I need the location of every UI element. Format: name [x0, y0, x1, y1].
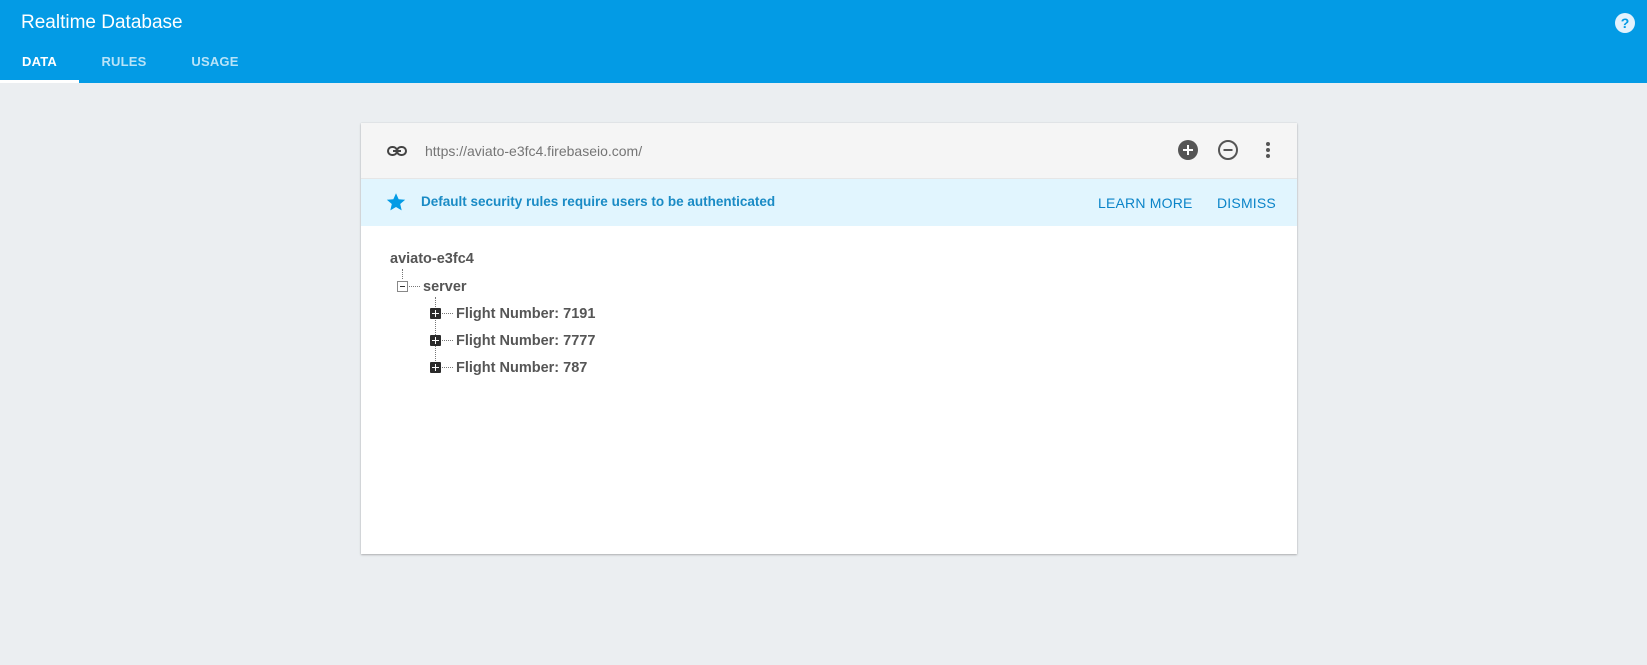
- learn-more-button[interactable]: LEARN MORE: [1098, 194, 1193, 212]
- expand-toggle[interactable]: [430, 308, 441, 319]
- banner-message: Default security rules require users to …: [421, 194, 776, 209]
- url-bar: https://aviato-e3fc4.firebaseio.com/: [361, 123, 1297, 179]
- expand-toggle[interactable]: [430, 335, 441, 346]
- database-card: https://aviato-e3fc4.firebaseio.com/ Def…: [361, 123, 1297, 554]
- tree-connector: [442, 313, 453, 314]
- help-icon[interactable]: ?: [1614, 12, 1636, 34]
- svg-text:?: ?: [1621, 15, 1630, 31]
- tree-connector: [442, 340, 453, 341]
- more-vert-icon[interactable]: [1257, 139, 1279, 161]
- add-circle-icon[interactable]: [1177, 139, 1199, 161]
- page-title: Realtime Database: [21, 12, 183, 33]
- tree-connector: [409, 286, 420, 287]
- tree-node-flight[interactable]: Flight Number: 7777: [456, 332, 595, 350]
- tree-node-server[interactable]: server: [423, 278, 467, 296]
- remove-circle-icon[interactable]: [1217, 139, 1239, 161]
- dismiss-button[interactable]: DISMISS: [1217, 194, 1276, 212]
- expand-toggle[interactable]: [430, 362, 441, 373]
- tree-node-flight[interactable]: Flight Number: 7191: [456, 305, 595, 323]
- link-icon[interactable]: [386, 140, 408, 162]
- security-banner: Default security rules require users to …: [361, 179, 1297, 226]
- tree-node-flight[interactable]: Flight Number: 787: [456, 359, 587, 377]
- data-tree: aviato-e3fc4 server Flight Number: 7191 …: [361, 226, 1297, 554]
- tree-connector: [402, 269, 403, 279]
- tab-data[interactable]: DATA: [0, 46, 79, 83]
- database-url[interactable]: https://aviato-e3fc4.firebaseio.com/: [425, 142, 642, 160]
- app-header: Realtime Database ? DATA RULES USAGE: [0, 0, 1647, 83]
- tab-rules[interactable]: RULES: [91, 46, 157, 83]
- collapse-toggle[interactable]: [397, 281, 408, 292]
- tree-connector: [442, 367, 453, 368]
- star-icon: [386, 193, 406, 211]
- tree-root-node[interactable]: aviato-e3fc4: [390, 250, 474, 268]
- tab-usage[interactable]: USAGE: [183, 46, 247, 83]
